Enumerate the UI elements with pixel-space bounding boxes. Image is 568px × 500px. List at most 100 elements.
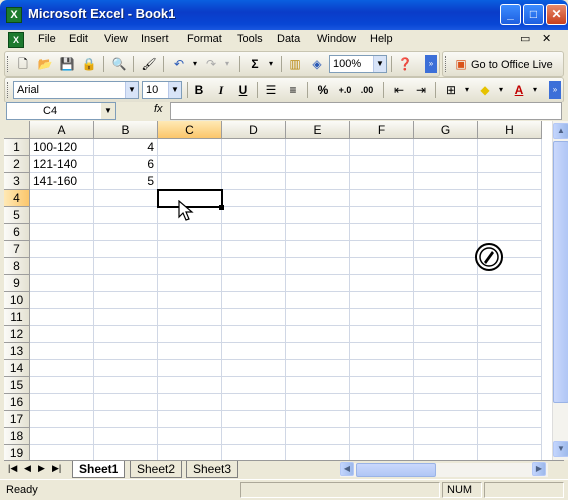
toolbar-options-icon[interactable]: » bbox=[425, 55, 437, 73]
cell-d4[interactable] bbox=[222, 190, 286, 207]
excel-app-icon[interactable]: X bbox=[6, 7, 22, 23]
cell-b5[interactable] bbox=[94, 207, 158, 224]
cell-f15[interactable] bbox=[350, 377, 414, 394]
row-header-14[interactable]: 14 bbox=[4, 360, 30, 377]
cell-h17[interactable] bbox=[478, 411, 542, 428]
tab-sheet2[interactable]: Sheet2 bbox=[130, 461, 183, 478]
cell-a5[interactable] bbox=[30, 207, 94, 224]
new-icon[interactable]: 🗋 bbox=[13, 55, 33, 73]
redo-dropdown-icon[interactable]: ▾ bbox=[217, 55, 237, 73]
go-to-office-live-button[interactable]: Go to Office Live bbox=[471, 55, 553, 75]
cell-a17[interactable] bbox=[30, 411, 94, 428]
cell-f19[interactable] bbox=[350, 445, 414, 460]
column-header-f[interactable]: F bbox=[350, 121, 414, 139]
cell-f4[interactable] bbox=[350, 190, 414, 207]
row-header-12[interactable]: 12 bbox=[4, 326, 30, 343]
cell-a4[interactable] bbox=[30, 190, 94, 207]
cell-d10[interactable] bbox=[222, 292, 286, 309]
cell-h3[interactable] bbox=[478, 173, 542, 190]
cell-h16[interactable] bbox=[478, 394, 542, 411]
tab-sheet1[interactable]: Sheet1 bbox=[72, 461, 126, 478]
cell-b7[interactable] bbox=[94, 241, 158, 258]
vertical-scroll-thumb[interactable] bbox=[553, 141, 568, 403]
cell-d2[interactable] bbox=[222, 156, 286, 173]
italic-button[interactable]: I bbox=[211, 81, 231, 99]
cell-h15[interactable] bbox=[478, 377, 542, 394]
cell-c16[interactable] bbox=[158, 394, 222, 411]
format-painter-icon[interactable]: 🖌 bbox=[139, 55, 159, 73]
menu-format[interactable]: Format bbox=[187, 33, 222, 45]
cell-g1[interactable] bbox=[414, 139, 478, 156]
workbook-restore-icon[interactable]: ▭ bbox=[520, 32, 530, 45]
cell-g10[interactable] bbox=[414, 292, 478, 309]
cell-b8[interactable] bbox=[94, 258, 158, 275]
toolbar-grip[interactable] bbox=[7, 82, 10, 98]
cell-h19[interactable] bbox=[478, 445, 542, 460]
cell-c1[interactable] bbox=[158, 139, 222, 156]
cell-e11[interactable] bbox=[286, 309, 350, 326]
cell-f11[interactable] bbox=[350, 309, 414, 326]
cell-f6[interactable] bbox=[350, 224, 414, 241]
cell-g4[interactable] bbox=[414, 190, 478, 207]
row-header-7[interactable]: 7 bbox=[4, 241, 30, 258]
cell-g16[interactable] bbox=[414, 394, 478, 411]
cell-f17[interactable] bbox=[350, 411, 414, 428]
cell-f3[interactable] bbox=[350, 173, 414, 190]
cell-e6[interactable] bbox=[286, 224, 350, 241]
cell-g17[interactable] bbox=[414, 411, 478, 428]
row-header-1[interactable]: 1 bbox=[4, 139, 30, 156]
cell-c18[interactable] bbox=[158, 428, 222, 445]
cell-c8[interactable] bbox=[158, 258, 222, 275]
cell-e14[interactable] bbox=[286, 360, 350, 377]
row-header-4[interactable]: 4 bbox=[4, 190, 30, 207]
increase-indent-icon[interactable]: ⇥ bbox=[411, 81, 431, 99]
cell-b10[interactable] bbox=[94, 292, 158, 309]
cell-e12[interactable] bbox=[286, 326, 350, 343]
cell-b14[interactable] bbox=[94, 360, 158, 377]
select-all-button[interactable] bbox=[4, 121, 30, 139]
open-icon[interactable]: 📂 bbox=[35, 55, 55, 73]
cell-d1[interactable] bbox=[222, 139, 286, 156]
cell-b11[interactable] bbox=[94, 309, 158, 326]
cell-a16[interactable] bbox=[30, 394, 94, 411]
next-sheet-icon[interactable]: ▶ bbox=[38, 463, 45, 474]
cell-e15[interactable] bbox=[286, 377, 350, 394]
column-header-e[interactable]: E bbox=[286, 121, 350, 139]
cell-a6[interactable] bbox=[30, 224, 94, 241]
cell-h4[interactable] bbox=[478, 190, 542, 207]
row-header-17[interactable]: 17 bbox=[4, 411, 30, 428]
maximize-button[interactable]: □ bbox=[523, 4, 544, 25]
zoom-select[interactable]: 100% ▼ bbox=[329, 55, 387, 73]
first-sheet-icon[interactable]: |◀ bbox=[8, 463, 17, 474]
cell-f12[interactable] bbox=[350, 326, 414, 343]
name-box[interactable]: C4 ▼ bbox=[6, 102, 116, 120]
increase-decimal-icon[interactable]: +.0 bbox=[335, 81, 355, 99]
menu-view[interactable]: View bbox=[104, 33, 128, 45]
scroll-left-icon[interactable]: ◀ bbox=[340, 462, 354, 476]
horizontal-scrollbar[interactable]: ◀ ▶ bbox=[340, 462, 548, 477]
align-center-icon[interactable]: ≡ bbox=[283, 81, 303, 99]
cell-e3[interactable] bbox=[286, 173, 350, 190]
cell-g9[interactable] bbox=[414, 275, 478, 292]
cell-e8[interactable] bbox=[286, 258, 350, 275]
cell-e4[interactable] bbox=[286, 190, 350, 207]
cell-e2[interactable] bbox=[286, 156, 350, 173]
horizontal-scroll-thumb[interactable] bbox=[356, 463, 436, 477]
column-header-g[interactable]: G bbox=[414, 121, 478, 139]
cell-a2[interactable]: 121-140 bbox=[30, 156, 94, 173]
cell-g3[interactable] bbox=[414, 173, 478, 190]
decrease-indent-icon[interactable]: ⇤ bbox=[389, 81, 409, 99]
cell-d5[interactable] bbox=[222, 207, 286, 224]
cell-h6[interactable] bbox=[478, 224, 542, 241]
cell-d6[interactable] bbox=[222, 224, 286, 241]
cell-c6[interactable] bbox=[158, 224, 222, 241]
cell-g2[interactable] bbox=[414, 156, 478, 173]
cell-b18[interactable] bbox=[94, 428, 158, 445]
row-header-10[interactable]: 10 bbox=[4, 292, 30, 309]
cell-g14[interactable] bbox=[414, 360, 478, 377]
cell-b15[interactable] bbox=[94, 377, 158, 394]
cell-e16[interactable] bbox=[286, 394, 350, 411]
font-color-dropdown-icon[interactable]: ▾ bbox=[525, 81, 545, 99]
cell-d14[interactable] bbox=[222, 360, 286, 377]
align-left-icon[interactable]: ☰ bbox=[261, 81, 281, 99]
